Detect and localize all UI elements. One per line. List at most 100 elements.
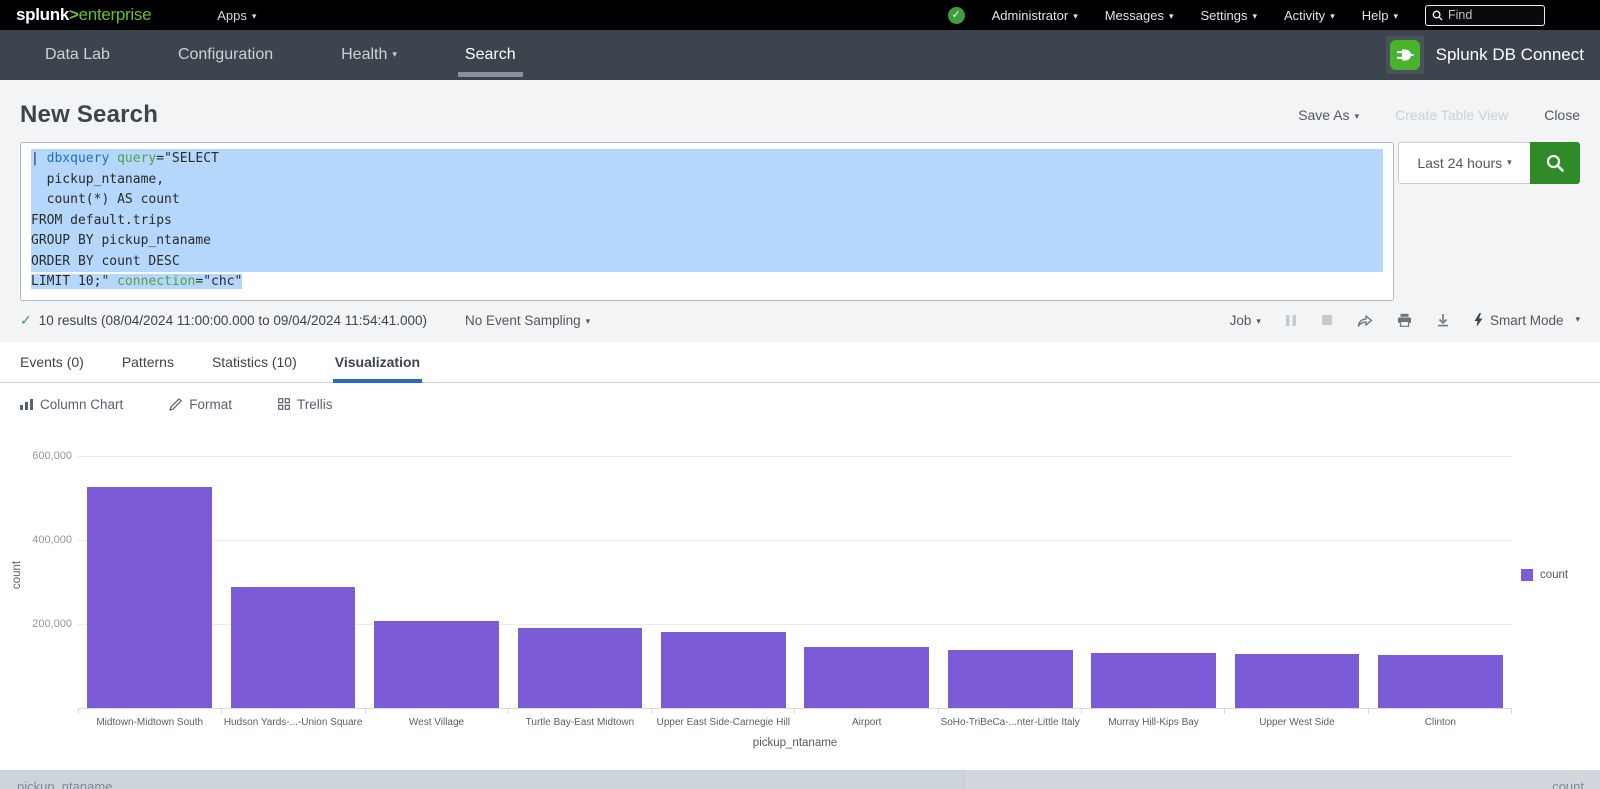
visualization-toolbar: Column Chart Format Trellis xyxy=(0,383,1600,424)
bar-slot xyxy=(938,441,1081,708)
top-system-bar: splunk>enterprise Apps ✓ Administrator Me… xyxy=(0,0,1600,30)
find-input[interactable] xyxy=(1448,8,1528,22)
health-status-icon[interactable]: ✓ xyxy=(948,7,965,24)
search-row: | dbxquery query="SELECT pickup_ntaname,… xyxy=(0,142,1600,301)
y-tick-label: 600,000 xyxy=(32,450,72,462)
menu-administrator[interactable]: Administrator xyxy=(992,8,1078,23)
chart-bar-9[interactable] xyxy=(1235,654,1360,708)
x-category-label: West Village xyxy=(365,717,508,728)
chart-bar-8[interactable] xyxy=(1091,653,1216,708)
query-line: ORDER BY count DESC xyxy=(31,252,1383,273)
chart-bar-4[interactable] xyxy=(518,628,643,708)
page-title: New Search xyxy=(20,101,158,129)
app-title-label: Splunk DB Connect xyxy=(1436,45,1584,65)
x-category-label: Upper East Side-Carnegie Hill xyxy=(652,717,795,728)
appnav-item-health[interactable]: Health xyxy=(341,30,397,80)
menu-activity[interactable]: Activity xyxy=(1284,8,1335,23)
results-status-text: 10 results (08/04/2024 11:00:00.000 to 0… xyxy=(39,313,427,328)
appnav-item-search[interactable]: Search xyxy=(465,30,516,80)
chart-type-button[interactable]: Column Chart xyxy=(20,397,123,412)
app-navigation-bar: Data Lab Configuration Health Search Splunk… xyxy=(0,30,1600,80)
chart-bar-6[interactable] xyxy=(804,647,929,708)
splunk-logo: splunk>enterprise xyxy=(16,5,151,25)
x-category-label: Murray Hill-Kips Bay xyxy=(1082,717,1225,728)
trellis-grid-icon xyxy=(278,398,290,410)
results-status-bar: ✓ 10 results (08/04/2024 11:00:00.000 to… xyxy=(0,301,1600,342)
bar-slot xyxy=(1225,441,1368,708)
statistics-table-header: pickup_ntaname count xyxy=(0,770,1600,789)
pencil-icon xyxy=(169,398,182,411)
column-header-pickup-ntaname[interactable]: pickup_ntaname xyxy=(0,770,965,789)
column-chart: count 200,000 400,000 600,000 count Midtow… xyxy=(0,424,1600,749)
bar-slot xyxy=(221,441,364,708)
x-category-label: Clinton xyxy=(1369,717,1512,728)
column-chart-icon xyxy=(20,398,33,410)
run-search-button[interactable] xyxy=(1530,142,1580,184)
x-category-label: Hudson Yards-...-Union Square xyxy=(221,717,364,728)
menu-help[interactable]: Help xyxy=(1362,8,1398,23)
save-as-button[interactable]: Save As xyxy=(1298,107,1359,123)
y-tick-label: 200,000 xyxy=(32,618,72,630)
format-button[interactable]: Format xyxy=(169,397,232,412)
search-mode-menu[interactable]: Smart Mode xyxy=(1474,313,1580,328)
y-tick-label: 400,000 xyxy=(32,534,72,546)
y-axis-labels: 200,000 400,000 600,000 xyxy=(34,441,78,709)
x-category-label: Midtown-Midtown South xyxy=(78,717,221,728)
tab-events[interactable]: Events (0) xyxy=(20,342,84,382)
bar-slot xyxy=(795,441,938,708)
appnav-item-data-lab[interactable]: Data Lab xyxy=(45,30,110,80)
export-download-icon[interactable] xyxy=(1436,313,1450,327)
y-axis-title: count xyxy=(11,560,23,588)
query-line: | dbxquery query="SELECT xyxy=(31,149,1383,170)
tab-patterns[interactable]: Patterns xyxy=(122,342,174,382)
chart-plot-area xyxy=(78,441,1512,709)
time-range-picker[interactable]: Last 24 hours xyxy=(1398,142,1530,184)
close-button[interactable]: Close xyxy=(1544,107,1580,123)
event-sampling-menu[interactable]: No Event Sampling xyxy=(465,313,590,328)
query-line: GROUP BY pickup_ntaname xyxy=(31,231,1383,252)
query-line: FROM default.trips xyxy=(31,211,1383,232)
bar-slot xyxy=(1369,441,1512,708)
query-line: pickup_ntaname, xyxy=(31,170,1383,191)
chart-bar-10[interactable] xyxy=(1378,655,1503,707)
menu-settings[interactable]: Settings xyxy=(1201,8,1258,23)
x-category-label: SoHo-TriBeCa-...nter-Little Italy xyxy=(938,717,1081,728)
bolt-icon xyxy=(1474,313,1483,327)
chart-bar-2[interactable] xyxy=(231,587,356,708)
stop-icon[interactable] xyxy=(1321,314,1333,326)
tab-visualization[interactable]: Visualization xyxy=(335,342,420,382)
share-icon[interactable] xyxy=(1357,313,1373,327)
chart-bar-5[interactable] xyxy=(661,632,786,707)
tab-statistics[interactable]: Statistics (10) xyxy=(212,342,297,382)
page-header: New Search Save As Create Table View Clo… xyxy=(0,80,1600,142)
query-line: LIMIT 10;" connection="chc" xyxy=(31,272,1383,293)
chart-bar-7[interactable] xyxy=(948,650,1073,708)
x-category-label: Turtle Bay-East Midtown xyxy=(508,717,651,728)
search-icon xyxy=(1545,153,1565,173)
x-category-label: Airport xyxy=(795,717,938,728)
chart-bar-3[interactable] xyxy=(374,621,499,707)
app-title: Splunk DB Connect xyxy=(1386,36,1584,74)
appnav-item-configuration[interactable]: Configuration xyxy=(178,30,273,80)
apps-menu[interactable]: Apps xyxy=(217,8,256,23)
x-axis-title: pickup_ntaname xyxy=(78,728,1512,749)
create-table-view-button: Create Table View xyxy=(1395,107,1508,123)
find-search-box[interactable] xyxy=(1425,5,1545,26)
legend-label: count xyxy=(1540,569,1568,581)
chart-legend[interactable]: count xyxy=(1512,441,1600,709)
x-category-label: Upper West Side xyxy=(1225,717,1368,728)
menu-messages[interactable]: Messages xyxy=(1105,8,1174,23)
search-query-input[interactable]: | dbxquery query="SELECT pickup_ntaname,… xyxy=(20,142,1394,301)
success-check-icon: ✓ xyxy=(20,312,32,329)
job-menu[interactable]: Job xyxy=(1230,313,1261,328)
bar-slot xyxy=(78,441,221,708)
column-header-count[interactable]: count xyxy=(965,770,1600,789)
x-axis-ticks xyxy=(78,709,1512,714)
db-connect-icon xyxy=(1386,36,1424,74)
bar-slot xyxy=(508,441,651,708)
print-icon[interactable] xyxy=(1397,313,1412,327)
pause-icon[interactable] xyxy=(1285,314,1297,327)
chart-bar-1[interactable] xyxy=(87,487,212,708)
trellis-button[interactable]: Trellis xyxy=(278,397,333,412)
bar-slot xyxy=(365,441,508,708)
